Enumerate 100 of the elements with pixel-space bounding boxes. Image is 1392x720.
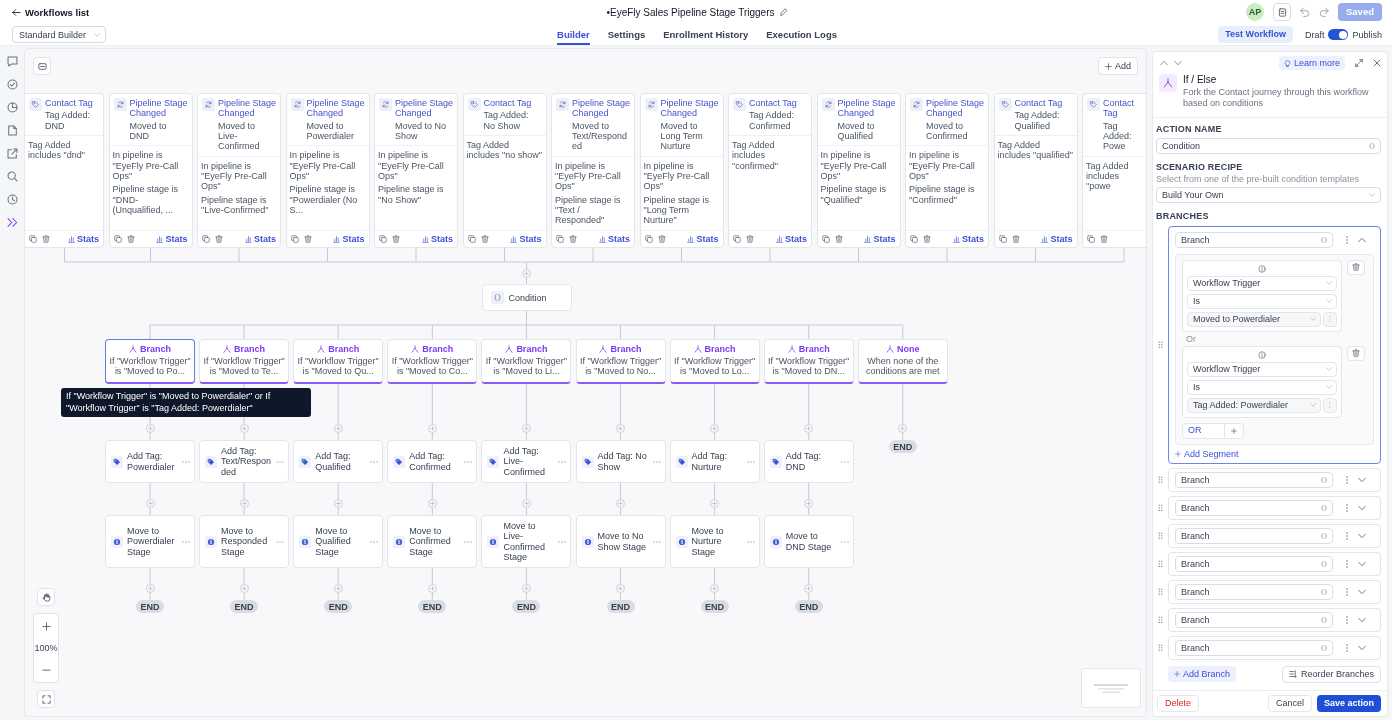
trigger-card[interactable]: Pipeline Stage Changed Moved to No Show In pipeline is "EyeFly Pre-Call Ops" Pipeline stage is "No Show" Stats [374,93,458,248]
clock-icon[interactable] [6,194,18,205]
expand-icon[interactable] [1355,59,1363,67]
branch-name-field[interactable]: Branch [1175,555,1333,572]
stats-button[interactable]: Stats [68,234,99,244]
close-icon[interactable] [1373,59,1381,67]
value-select[interactable]: Moved to Powerdialer [1187,311,1321,327]
stats-button[interactable]: Stats [510,234,542,244]
add-step-button[interactable] [333,583,343,593]
search-icon[interactable] [6,171,18,182]
trigger-card[interactable]: Contact Tag Tag Added: DND Tag Added includes "dnd" Stats [25,93,104,248]
trash-icon[interactable] [834,235,843,243]
document-button[interactable] [1273,3,1291,21]
operator-select[interactable]: Is [1187,293,1337,309]
trigger-card[interactable]: Contact Tag Tag Added: Powe Tag Added includes "powe [1082,93,1146,248]
trash-icon[interactable] [126,235,135,243]
drag-handle-icon[interactable] [1158,503,1163,512]
chevron-down-icon[interactable] [1358,475,1366,484]
branch-node[interactable]: Branch If "Workflow Trigger" is "Moved to No... [575,339,666,384]
copy-icon[interactable] [821,235,830,243]
check-circle-icon[interactable] [6,79,18,90]
publish-toggle[interactable] [1328,29,1349,40]
tab[interactable]: Settings [607,24,646,45]
learn-more-button[interactable]: Learn more [1278,56,1345,70]
drag-handle-icon[interactable] [1158,643,1163,652]
branch-name-field[interactable]: Branch [1175,471,1333,488]
trigger-card[interactable]: Pipeline Stage Changed Moved to Qualified In pipeline is "EyeFly Pre-Call Ops" Pipeline stage is "Qualified" Stats [816,93,901,248]
add-step-button[interactable] [710,498,720,508]
chevron-down-icon[interactable] [1358,559,1366,568]
delete-button[interactable]: Delete [1157,695,1199,712]
more-icon[interactable] [276,460,285,463]
add-step-button[interactable] [804,423,814,433]
stats-button[interactable]: Stats [599,234,630,244]
more-icon[interactable] [370,540,379,543]
more-icon[interactable] [558,460,567,463]
canvas-view-button[interactable] [33,57,51,75]
chat-icon[interactable] [6,56,18,67]
operator-select[interactable]: Is [1187,379,1337,395]
add-step-button[interactable] [427,423,437,433]
trigger-card[interactable]: Pipeline Stage Changed Moved to Live-Confirmed In pipeline is "EyeFly Pre-Call Ops" Pipeline stage is "Live-Confirmed" Stats [197,93,281,248]
scenario-recipe-select[interactable]: Build Your Own [1156,186,1381,203]
trash-icon[interactable] [1011,235,1020,243]
branch-name-field[interactable]: Branch [1175,527,1333,544]
add-step-button[interactable] [427,498,437,508]
copy-icon[interactable] [556,235,564,243]
copy-icon[interactable] [290,235,299,243]
drag-handle-icon[interactable] [1158,615,1163,624]
chevron-up-icon[interactable] [1160,59,1168,67]
field-select[interactable]: Workflow Trigger [1187,361,1337,377]
action-node[interactable]: Add Tag: Text/Responded [199,440,290,483]
condition-node[interactable]: Condition [481,284,572,311]
trigger-card[interactable]: Contact Tag Tag Added: No Show Tag Added includes "no show" Stats [462,93,547,248]
copy-icon[interactable] [644,235,653,243]
builder-select[interactable]: Standard Builder [12,26,107,43]
action-node[interactable]: Move to No Show Stage [575,515,666,568]
trash-icon[interactable] [392,235,400,243]
delete-segment-button[interactable] [1347,259,1365,275]
branch-node[interactable]: None When none of the conditions are met [857,339,948,384]
trash-icon[interactable] [746,235,754,243]
more-icon[interactable] [840,540,849,543]
pencil-icon[interactable] [779,8,788,16]
test-workflow-button[interactable]: Test Workflow [1218,26,1293,43]
trash-icon[interactable] [480,235,489,243]
action-node[interactable]: Add Tag: Confirmed [387,440,478,483]
action-node[interactable]: Move to Nurture Stage [669,515,760,568]
add-step-button[interactable] [804,498,814,508]
add-step-button[interactable] [521,498,531,508]
action-node[interactable]: Move to Powerdialer Stage [105,515,195,568]
action-node[interactable]: Add Tag: Powerdialer [105,440,195,483]
branch-name-field[interactable]: Branch [1175,583,1333,600]
add-step-button[interactable] [616,498,625,508]
more-icon[interactable] [276,540,285,543]
pan-button[interactable] [37,588,55,606]
add-step-button[interactable] [333,498,343,508]
trash-icon[interactable] [303,235,312,243]
copy-icon[interactable] [29,235,37,243]
stats-button[interactable]: Stats [776,234,807,244]
add-step-button[interactable] [616,423,625,433]
copy-icon[interactable] [379,235,387,243]
add-step-button[interactable] [145,583,155,593]
trigger-card[interactable]: Pipeline Stage Changed Moved to DND In pipeline is "EyeFly Pre-Call Ops" Pipeline stage is "DND-(Unqualified, ... Stats [108,93,193,248]
copy-icon[interactable] [1087,235,1095,243]
trash-icon[interactable] [1100,235,1108,243]
trigger-card[interactable]: Pipeline Stage Changed Moved to Powerdialer In pipeline is "EyeFly Pre-Call Ops" Pipeline stage is "Powerdialer (No S... Stats [285,93,370,248]
more-icon[interactable] [464,540,473,543]
chevron-down-icon[interactable] [1358,587,1366,596]
drag-handle-icon[interactable] [1158,531,1163,540]
action-node[interactable]: Add Tag: Nurture [669,440,760,483]
stats-button[interactable]: Stats [687,234,719,244]
save-action-button[interactable]: Save action [1316,695,1381,712]
trigger-card[interactable]: Pipeline Stage Changed Moved to Text/Responded In pipeline is "EyeFly Pre-Call Ops" Pipeline stage is "Text / Responded" Stats [551,93,635,248]
trash-icon[interactable] [569,235,577,243]
chevron-down-icon[interactable] [1358,531,1366,540]
add-step-button[interactable] [898,423,908,433]
branch-name-field[interactable]: Branch [1175,499,1333,516]
add-step-button[interactable] [521,583,531,593]
trigger-card[interactable]: Pipeline Stage Changed Moved to Long Term Nurture In pipeline is "EyeFly Pre-Call Ops" Pipeline stage is "Long Term Nurture" Stats [639,93,724,248]
value-options-button[interactable] [1323,311,1337,327]
branch-node[interactable]: Branch If "Workflow Trigger" is "Moved to Po... [105,339,195,384]
branch-name-field[interactable]: Branch [1175,611,1333,628]
